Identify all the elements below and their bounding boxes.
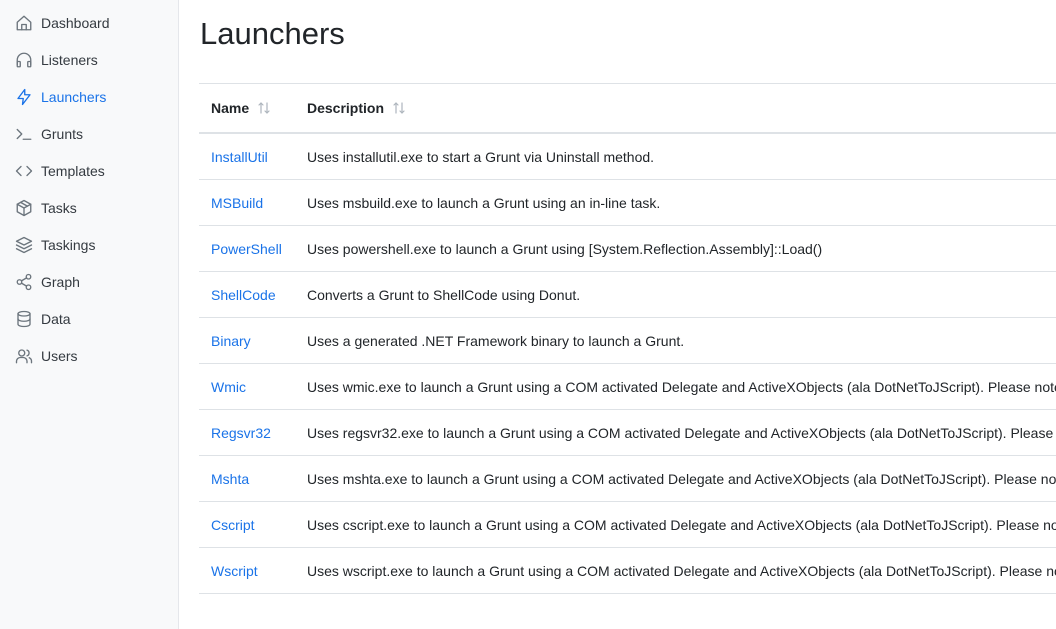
table-row: InstallUtil Uses installutil.exe to star… [199, 134, 1056, 180]
launcher-name-link[interactable]: MSBuild [211, 195, 263, 211]
sidebar-item-graph[interactable]: Graph [0, 267, 178, 297]
sidebar-item-dashboard[interactable]: Dashboard [0, 8, 178, 38]
table-header: Name Description [199, 84, 1056, 134]
headphones-icon [15, 51, 33, 69]
sidebar-item-templates[interactable]: Templates [0, 156, 178, 186]
launcher-name-link[interactable]: ShellCode [211, 287, 276, 303]
sidebar-item-label: Templates [41, 163, 105, 179]
launcher-description: Uses cscript.exe to launch a Grunt using… [307, 517, 1056, 533]
launcher-name-link[interactable]: Cscript [211, 517, 255, 533]
table-row: ShellCode Converts a Grunt to ShellCode … [199, 272, 1056, 318]
sidebar: Dashboard Listeners Launchers Grunts Tem… [0, 0, 179, 629]
users-icon [15, 347, 33, 365]
column-header-name[interactable]: Name [211, 100, 271, 116]
sidebar-item-label: Launchers [41, 89, 107, 105]
sidebar-item-label: Listeners [41, 52, 98, 68]
launcher-name-link[interactable]: InstallUtil [211, 149, 268, 165]
table-row: Binary Uses a generated .NET Framework b… [199, 318, 1056, 364]
box-icon [15, 199, 33, 217]
launcher-name-link[interactable]: PowerShell [211, 241, 282, 257]
sidebar-item-label: Tasks [41, 200, 77, 216]
sidebar-item-label: Taskings [41, 237, 96, 253]
layers-icon [15, 236, 33, 254]
sidebar-item-label: Graph [41, 274, 80, 290]
sidebar-item-tasks[interactable]: Tasks [0, 193, 178, 223]
launcher-description: Uses mshta.exe to launch a Grunt using a… [307, 471, 1056, 487]
launcher-description: Uses powershell.exe to launch a Grunt us… [307, 241, 823, 257]
sidebar-item-label: Data [41, 311, 71, 327]
sidebar-item-label: Dashboard [41, 15, 110, 31]
launcher-name-link[interactable]: Regsvr32 [211, 425, 271, 441]
launcher-description: Uses regsvr32.exe to launch a Grunt usin… [307, 425, 1056, 441]
launcher-description: Uses installutil.exe to start a Grunt vi… [307, 149, 655, 165]
share-icon [15, 273, 33, 291]
home-icon [15, 14, 33, 32]
sidebar-item-taskings[interactable]: Taskings [0, 230, 178, 260]
launcher-name-link[interactable]: Binary [211, 333, 251, 349]
sidebar-item-label: Grunts [41, 126, 84, 142]
sidebar-item-data[interactable]: Data [0, 304, 178, 334]
page-title: Launchers [200, 16, 345, 51]
launcher-description: Uses a generated .NET Framework binary t… [307, 333, 685, 349]
launchers-table: Name Description InstallUtil Uses instal… [199, 83, 1056, 594]
table-row: PowerShell Uses powershell.exe to launch… [199, 226, 1056, 272]
launcher-name-link[interactable]: Mshta [211, 471, 249, 487]
terminal-icon [15, 125, 33, 143]
sidebar-item-listeners[interactable]: Listeners [0, 45, 178, 75]
column-header-label: Name [211, 100, 250, 116]
launcher-description: Converts a Grunt to ShellCode using Donu… [307, 287, 581, 303]
app-window: Dashboard Listeners Launchers Grunts Tem… [0, 0, 1056, 629]
table-row: Regsvr32 Uses regsvr32.exe to launch a G… [199, 410, 1056, 456]
launcher-description: Uses wscript.exe to launch a Grunt using… [307, 563, 1056, 579]
column-header-description[interactable]: Description [307, 100, 406, 116]
column-header-label: Description [307, 100, 385, 116]
launcher-description: Uses msbuild.exe to launch a Grunt using… [307, 195, 661, 211]
main-content: Launchers Name Description InstallUtil U… [179, 0, 1056, 629]
table-row: Wscript Uses wscript.exe to launch a Gru… [199, 548, 1056, 594]
database-icon [15, 310, 33, 328]
sidebar-item-label: Users [41, 348, 78, 364]
launcher-name-link[interactable]: Wscript [211, 563, 258, 579]
table-row: Wmic Uses wmic.exe to launch a Grunt usi… [199, 364, 1056, 410]
sidebar-item-grunts[interactable]: Grunts [0, 119, 178, 149]
table-row: Cscript Uses cscript.exe to launch a Gru… [199, 502, 1056, 548]
sort-icon[interactable] [392, 101, 406, 115]
code-icon [15, 162, 33, 180]
launcher-description: Uses wmic.exe to launch a Grunt using a … [307, 379, 1056, 395]
launcher-name-link[interactable]: Wmic [211, 379, 246, 395]
sort-icon[interactable] [257, 101, 271, 115]
lightning-icon [15, 88, 33, 106]
table-row: Mshta Uses mshta.exe to launch a Grunt u… [199, 456, 1056, 502]
sidebar-item-launchers[interactable]: Launchers [0, 82, 178, 112]
table-row: MSBuild Uses msbuild.exe to launch a Gru… [199, 180, 1056, 226]
sidebar-item-users[interactable]: Users [0, 341, 178, 371]
